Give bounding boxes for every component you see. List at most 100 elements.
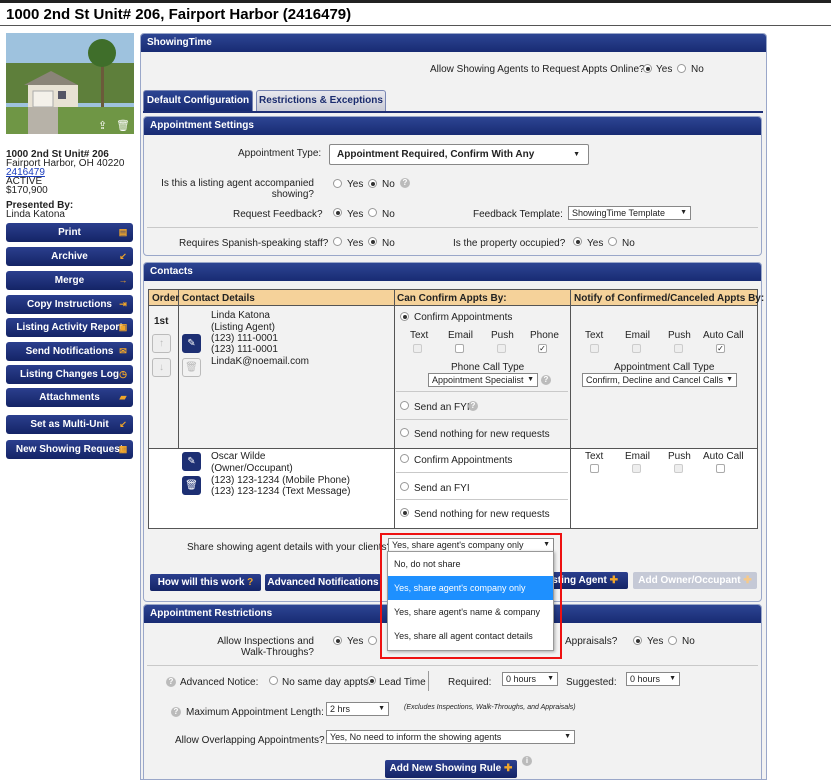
attachments-button[interactable]: Attachments ▰ xyxy=(6,388,133,407)
chevron-down-icon: ▼ xyxy=(547,675,554,682)
inspections-yes-label: Yes xyxy=(347,636,364,647)
appointment-type-select[interactable]: Appointment Required, Confirm With Any ▼ xyxy=(329,144,589,165)
c1-fyi-radio[interactable] xyxy=(400,401,409,410)
order-1st: 1st xyxy=(154,316,169,327)
appraisals-yes-label: Yes xyxy=(647,636,664,647)
spanish-no-radio[interactable] xyxy=(368,237,377,246)
no-same-day-radio[interactable] xyxy=(269,676,278,685)
add-owner-occupant-button[interactable]: Add Owner/Occupant ✚ xyxy=(633,572,757,589)
help-icon[interactable]: ? xyxy=(166,677,176,687)
copy-instructions-button[interactable]: Copy Instructions ⇥ xyxy=(6,295,133,314)
contact-2-phone-1: (123) 123-1234 (Mobile Phone) xyxy=(211,475,350,486)
share-option-name-company[interactable]: Yes, share agent's name & company xyxy=(388,600,553,624)
listing-changes-log-button[interactable]: Listing Changes Log ◷ xyxy=(6,365,133,384)
share-details-select[interactable]: Yes, share agent's company only ▼ xyxy=(388,538,554,552)
c1-text-checkbox[interactable] xyxy=(413,344,422,353)
delete-contact-2-button[interactable]: 🗑 xyxy=(182,476,201,495)
info-icon[interactable]: i xyxy=(522,756,532,766)
appraisals-no-radio[interactable] xyxy=(668,636,677,645)
trash-icon[interactable]: 🗑 xyxy=(116,119,130,132)
contact-1-role: (Listing Agent) xyxy=(211,322,275,333)
occupied-no-radio[interactable] xyxy=(608,237,617,246)
accompanied-no-radio[interactable] xyxy=(368,179,377,188)
c1-nothing-radio[interactable] xyxy=(400,428,409,437)
c1-push-checkbox[interactable] xyxy=(497,344,506,353)
feedback-yes-radio[interactable] xyxy=(333,208,342,217)
c1-fyi-label: Send an FYI xyxy=(414,402,470,413)
appraisals-yes-radio[interactable] xyxy=(633,636,642,645)
listing-photo[interactable]: ⇪ 🗑 xyxy=(6,33,134,134)
phone-call-type-select[interactable]: Appointment Specialist ▼ xyxy=(428,373,538,387)
inspections-yes-radio[interactable] xyxy=(333,636,342,645)
add-new-showing-rule-button[interactable]: Add New Showing Rule ✚ xyxy=(385,760,517,778)
c2-notify-email-checkbox[interactable] xyxy=(632,464,641,473)
auto-call-type-label: Appointment Call Type xyxy=(614,362,715,373)
occupied-yes-label: Yes xyxy=(587,238,604,249)
help-icon[interactable]: ? xyxy=(171,707,181,717)
auto-call-type-select[interactable]: Confirm, Decline and Cancel Calls ▼ xyxy=(582,373,737,387)
c1-notify-push-checkbox[interactable] xyxy=(674,344,683,353)
c1-notify-autocall-checkbox[interactable]: ✓ xyxy=(716,344,725,353)
help-icon[interactable]: ? xyxy=(468,401,478,411)
move-up-button[interactable]: ↑ xyxy=(152,334,171,353)
c2-nothing-radio[interactable] xyxy=(400,508,409,517)
accompanied-no-label: No xyxy=(382,179,395,190)
appraisals-label: Appraisals? xyxy=(565,636,618,647)
help-icon[interactable]: ? xyxy=(541,375,551,385)
listing-activity-report-button[interactable]: Listing Activity Report ▣ xyxy=(6,318,133,337)
how-will-this-work-button[interactable]: How will this work ? xyxy=(150,574,261,591)
c2-confirm-radio[interactable] xyxy=(400,454,409,463)
share-option-company[interactable]: Yes, share agent's company only xyxy=(388,576,553,600)
pencil-icon: ✎ xyxy=(187,338,196,349)
move-down-button[interactable]: ↓ xyxy=(152,358,171,377)
inspections-no-radio[interactable] xyxy=(368,636,377,645)
feedback-no-radio[interactable] xyxy=(368,208,377,217)
required-hours-select[interactable]: 0 hours ▼ xyxy=(502,672,558,686)
chevron-down-icon: ▼ xyxy=(543,541,550,548)
set-multi-unit-button[interactable]: Set as Multi-Unit ↙ xyxy=(6,415,133,434)
col-can-confirm: Can Confirm Appts By: xyxy=(397,293,507,304)
c2-notify-push-checkbox[interactable] xyxy=(674,464,683,473)
c2-notify-autocall-checkbox[interactable] xyxy=(716,464,725,473)
merge-button[interactable]: Merge → xyxy=(6,271,133,290)
request-feedback-label: Request Feedback? xyxy=(233,209,323,220)
share-option-all[interactable]: Yes, share all agent contact details xyxy=(388,624,553,648)
c2-notify-text-label: Text xyxy=(585,451,604,462)
suggested-hours-select[interactable]: 0 hours ▼ xyxy=(626,672,680,686)
title-divider xyxy=(0,25,831,26)
share-icon[interactable]: ⇪ xyxy=(98,119,107,132)
edit-contact-1-button[interactable]: ✎ xyxy=(182,334,201,353)
c1-phone-checkbox[interactable]: ✓ xyxy=(538,344,547,353)
help-icon[interactable]: ? xyxy=(400,178,410,188)
advanced-notice-label: Advanced Notice: xyxy=(180,677,259,688)
overlap-select[interactable]: Yes, No need to inform the showing agent… xyxy=(326,730,575,744)
tab-default-configuration[interactable]: Default Configuration xyxy=(143,90,253,111)
occupied-yes-radio[interactable] xyxy=(573,237,582,246)
c2-notify-text-checkbox[interactable] xyxy=(590,464,599,473)
max-length-select[interactable]: 2 hrs ▼ xyxy=(326,702,389,716)
send-notifications-button[interactable]: Send Notifications ✉ xyxy=(6,342,133,361)
lead-time-radio[interactable] xyxy=(367,676,376,685)
c2-notify-autocall-label: Auto Call xyxy=(703,451,744,462)
c1-notify-text-checkbox[interactable] xyxy=(590,344,599,353)
feedback-template-select[interactable]: ShowingTime Template ▼ xyxy=(568,206,691,220)
accompanied-yes-radio[interactable] xyxy=(333,179,342,188)
spanish-yes-radio[interactable] xyxy=(333,237,342,246)
chevron-down-icon: ▼ xyxy=(378,705,385,712)
print-button[interactable]: Print ▤ xyxy=(6,223,133,242)
c1-notify-email-checkbox[interactable] xyxy=(632,344,641,353)
share-option-no[interactable]: No, do not share xyxy=(388,552,553,576)
tab-restrictions[interactable]: Restrictions & Exceptions xyxy=(256,90,386,111)
allow-online-no-radio[interactable] xyxy=(677,64,686,73)
delete-contact-1-button[interactable]: 🗑 xyxy=(182,358,201,377)
new-showing-request-button[interactable]: New Showing Request ▦ xyxy=(6,440,133,459)
edit-contact-2-button[interactable]: ✎ xyxy=(182,452,201,471)
c2-fyi-radio[interactable] xyxy=(400,482,409,491)
c1-email-checkbox[interactable] xyxy=(455,344,464,353)
allow-online-yes-radio[interactable] xyxy=(643,64,652,73)
advanced-notifications-button[interactable]: Advanced Notifications xyxy=(265,574,381,591)
feedback-no-label: No xyxy=(382,209,395,220)
page-title: 1000 2nd St Unit# 206, Fairport Harbor (… xyxy=(6,6,352,23)
c1-confirm-radio[interactable] xyxy=(400,312,409,321)
archive-button[interactable]: Archive ↙ xyxy=(6,247,133,266)
